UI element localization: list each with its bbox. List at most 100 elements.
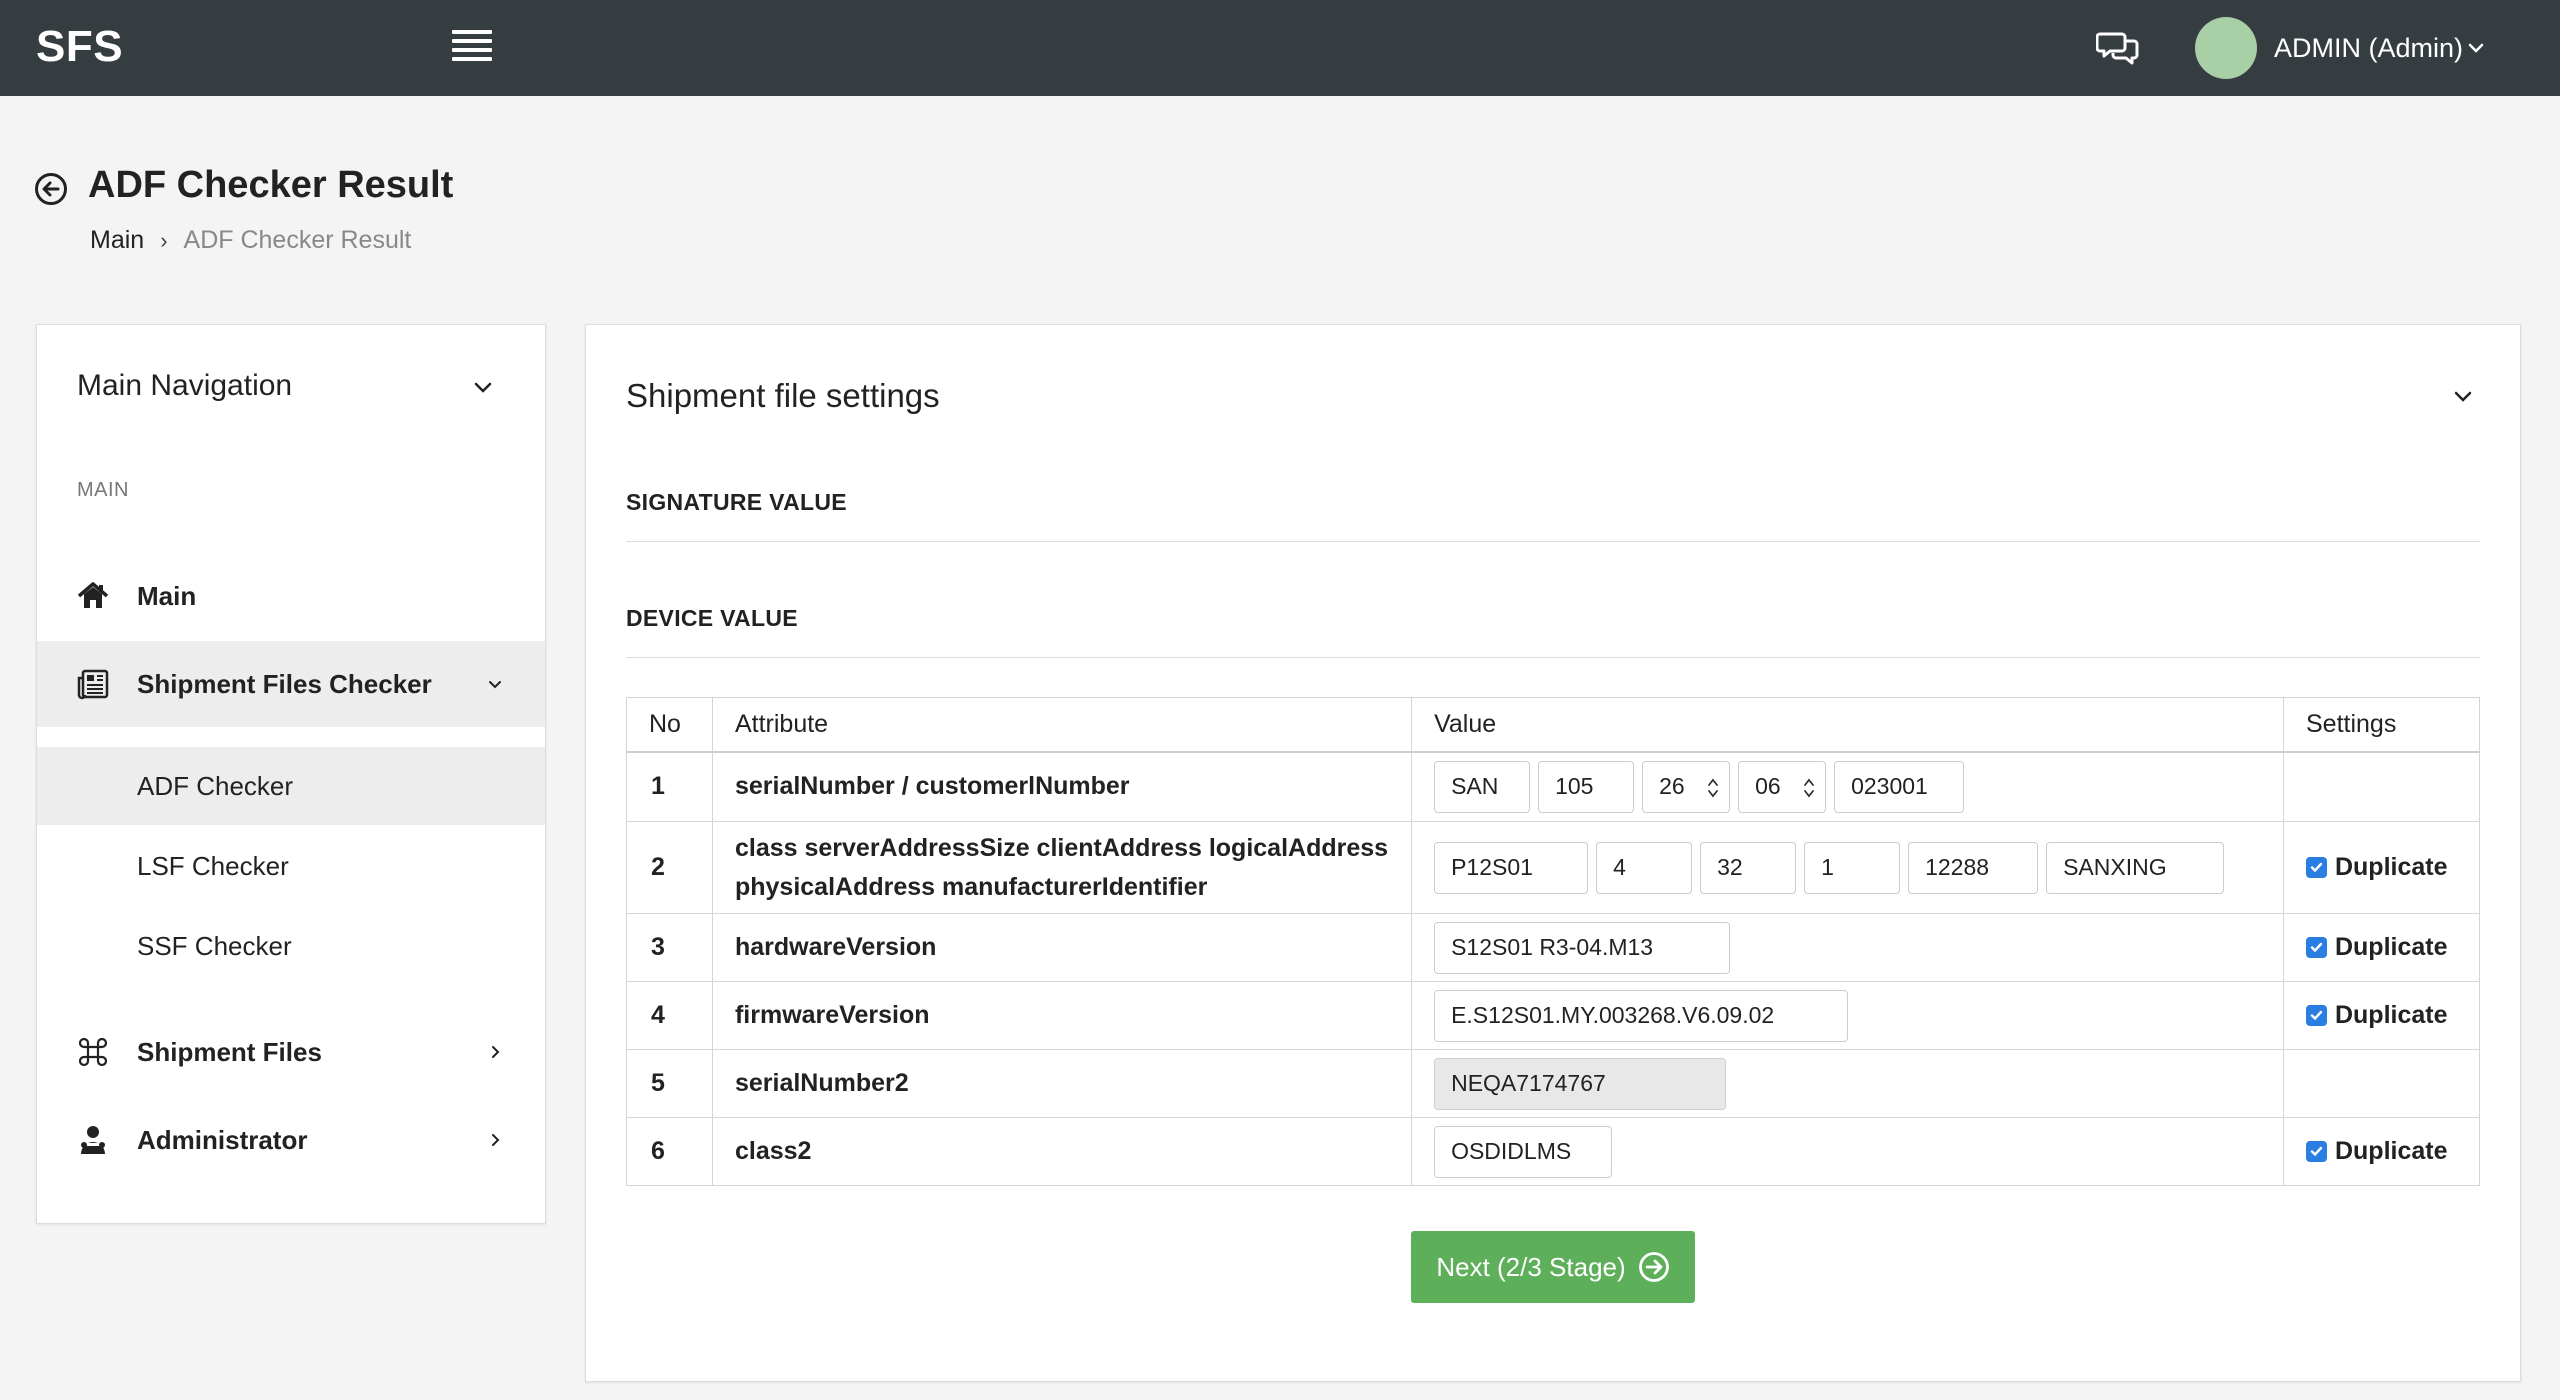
sidebar-subitem-label: SSF Checker [137,930,292,961]
next-stage-button[interactable]: Next (2/3 Stage) [1411,1231,1695,1303]
home-icon [77,582,109,608]
column-header-settings: Settings [2282,697,2481,753]
chevron-down-icon [489,681,501,689]
duplicate-checkbox[interactable]: Duplicate [2305,933,2457,962]
row-number: 3 [626,913,713,982]
value-input[interactable]: 105 [1538,760,1635,813]
arrow-right-circle-icon [1638,1252,1669,1282]
stepper-value: 06 [1755,773,1781,800]
table-header-row: No Attribute Value Settings [626,697,2481,753]
up-down-arrows-icon[interactable] [1803,777,1815,799]
sidebar-item-label: Administrator [137,1124,308,1155]
settings-cell: Duplicate [2282,821,2481,914]
breadcrumb: Main › ADF Checker Result [90,226,411,255]
up-down-arrows-icon[interactable] [1707,777,1719,799]
brand-logo[interactable]: SFS [36,22,123,72]
checkbox-checked-icon[interactable] [2305,1005,2327,1026]
divider [626,657,2480,658]
duplicate-checkbox[interactable]: Duplicate [2305,1137,2457,1166]
sidebar-item-shipment-files-checker[interactable]: Shipment Files Checker [37,641,545,727]
attribute-line: physicalAddress manufacturerIdentifier [734,872,1208,901]
checkbox-checked-icon[interactable] [2305,857,2327,878]
value-input[interactable]: 1 [1804,841,1901,894]
settings-cell: Duplicate [2282,913,2481,982]
duplicate-label: Duplicate [2334,853,2448,881]
chevron-down-icon[interactable] [2466,38,2486,58]
table-row: 4 firmwareVersion E.S12S01.MY.003268.V6.… [626,981,2481,1050]
table-row: 1 serialNumber / customerlNumber SAN 105… [626,751,2481,822]
column-header-value: Value [1411,697,2284,753]
chat-bubbles-icon[interactable] [2096,28,2140,68]
value-input[interactable]: 32 [1700,841,1797,894]
row-number: 4 [626,981,713,1050]
card-title: Shipment file settings [626,377,940,414]
checkbox-checked-icon[interactable] [2305,1141,2327,1162]
settings-cell [2282,1049,2481,1118]
sidebar-subitem-adf-checker[interactable]: ADF Checker [37,747,545,825]
sidebar-item-label: Main [137,580,197,611]
sidebar-header[interactable]: Main Navigation [77,369,292,403]
chevron-down-icon[interactable] [2450,383,2476,409]
column-header-attribute: Attribute [711,697,1413,753]
breadcrumb-main-link[interactable]: Main [90,226,144,255]
number-stepper[interactable]: 26 [1642,760,1731,813]
value-input[interactable]: P12S01 [1434,841,1589,894]
sidebar-item-label: Shipment Files [137,1036,322,1067]
duplicate-checkbox[interactable]: Duplicate [2305,853,2457,882]
breadcrumb-current: ADF Checker Result [183,226,412,254]
table-row: 3 hardwareVersion S12S01 R3-04.M13 Dupli… [626,913,2481,982]
sidebar-item-main[interactable]: Main [37,553,545,639]
value-cell: NEQA7174767 [1411,1049,2284,1118]
duplicate-label: Duplicate [2334,1137,2448,1165]
duplicate-checkbox[interactable]: Duplicate [2305,1001,2457,1030]
checkbox-checked-icon[interactable] [2305,937,2327,958]
chevron-right-icon [492,1134,500,1146]
column-header-no: No [626,697,713,753]
value-input[interactable]: 12288 [1908,841,2039,894]
value-input[interactable]: SANXING [2046,841,2225,894]
value-input[interactable]: SAN [1434,760,1531,813]
value-input[interactable]: 4 [1596,841,1693,894]
value-cell: P12S01 4 32 1 12288 SANXING [1411,821,2284,914]
back-arrow-icon[interactable] [34,172,68,206]
divider [626,541,2480,542]
newspaper-icon [77,669,109,700]
value-input[interactable]: E.S12S01.MY.003268.V6.09.02 [1434,989,1849,1042]
stepper-value: 26 [1659,773,1685,800]
breadcrumb-separator: › [160,227,168,253]
attribute-cell: class2 [711,1117,1413,1186]
attribute-cell: serialNumber2 [711,1049,1413,1118]
value-cell: E.S12S01.MY.003268.V6.09.02 [1411,981,2284,1050]
sidebar-subitem-ssf-checker[interactable]: SSF Checker [37,907,545,985]
user-menu-label[interactable]: ADMIN (Admin) [2274,33,2463,64]
settings-cell: Duplicate [2282,981,2481,1050]
chevron-down-icon[interactable] [471,375,495,399]
value-cell: SAN 105 26 06 023001 [1411,751,2284,822]
sidebar-item-shipment-files[interactable]: Shipment Files [37,1009,545,1095]
value-input[interactable]: S12S01 R3-04.M13 [1434,921,1731,974]
attribute-cell: serialNumber / customerlNumber [711,751,1413,822]
value-input[interactable]: OSDIDLMS [1434,1125,1613,1178]
settings-cell: Duplicate [2282,1117,2481,1186]
settings-cell [2282,751,2481,822]
device-value-table: No Attribute Value Settings 1 serialNumb… [626,697,2481,1186]
sidebar-item-administrator[interactable]: Administrator [37,1097,545,1183]
shipment-file-settings-card: Shipment file settings SIGNATURE VALUE D… [585,324,2521,1382]
table-row: 5 serialNumber2 NEQA7174767 [626,1049,2481,1118]
section-label-main: MAIN [77,479,129,501]
hamburger-menu-icon[interactable] [452,30,492,66]
avatar[interactable] [2195,17,2257,79]
number-stepper[interactable]: 06 [1738,760,1827,813]
value-input[interactable]: 023001 [1834,760,1965,813]
row-number: 1 [626,751,713,822]
user-admin-icon [81,1126,105,1154]
table-row: 6 class2 OSDIDLMS Duplicate [626,1117,2481,1186]
attribute-cell: firmwareVersion [711,981,1413,1050]
attribute-cell: hardwareVersion [711,913,1413,982]
value-cell: S12S01 R3-04.M13 [1411,913,2284,982]
command-icon [78,1037,108,1067]
row-number: 5 [626,1049,713,1118]
top-bar: SFS ADMIN (Admin) [0,0,2560,96]
sidebar-subitem-lsf-checker[interactable]: LSF Checker [37,827,545,905]
next-button-label: Next (2/3 Stage) [1436,1251,1626,1282]
